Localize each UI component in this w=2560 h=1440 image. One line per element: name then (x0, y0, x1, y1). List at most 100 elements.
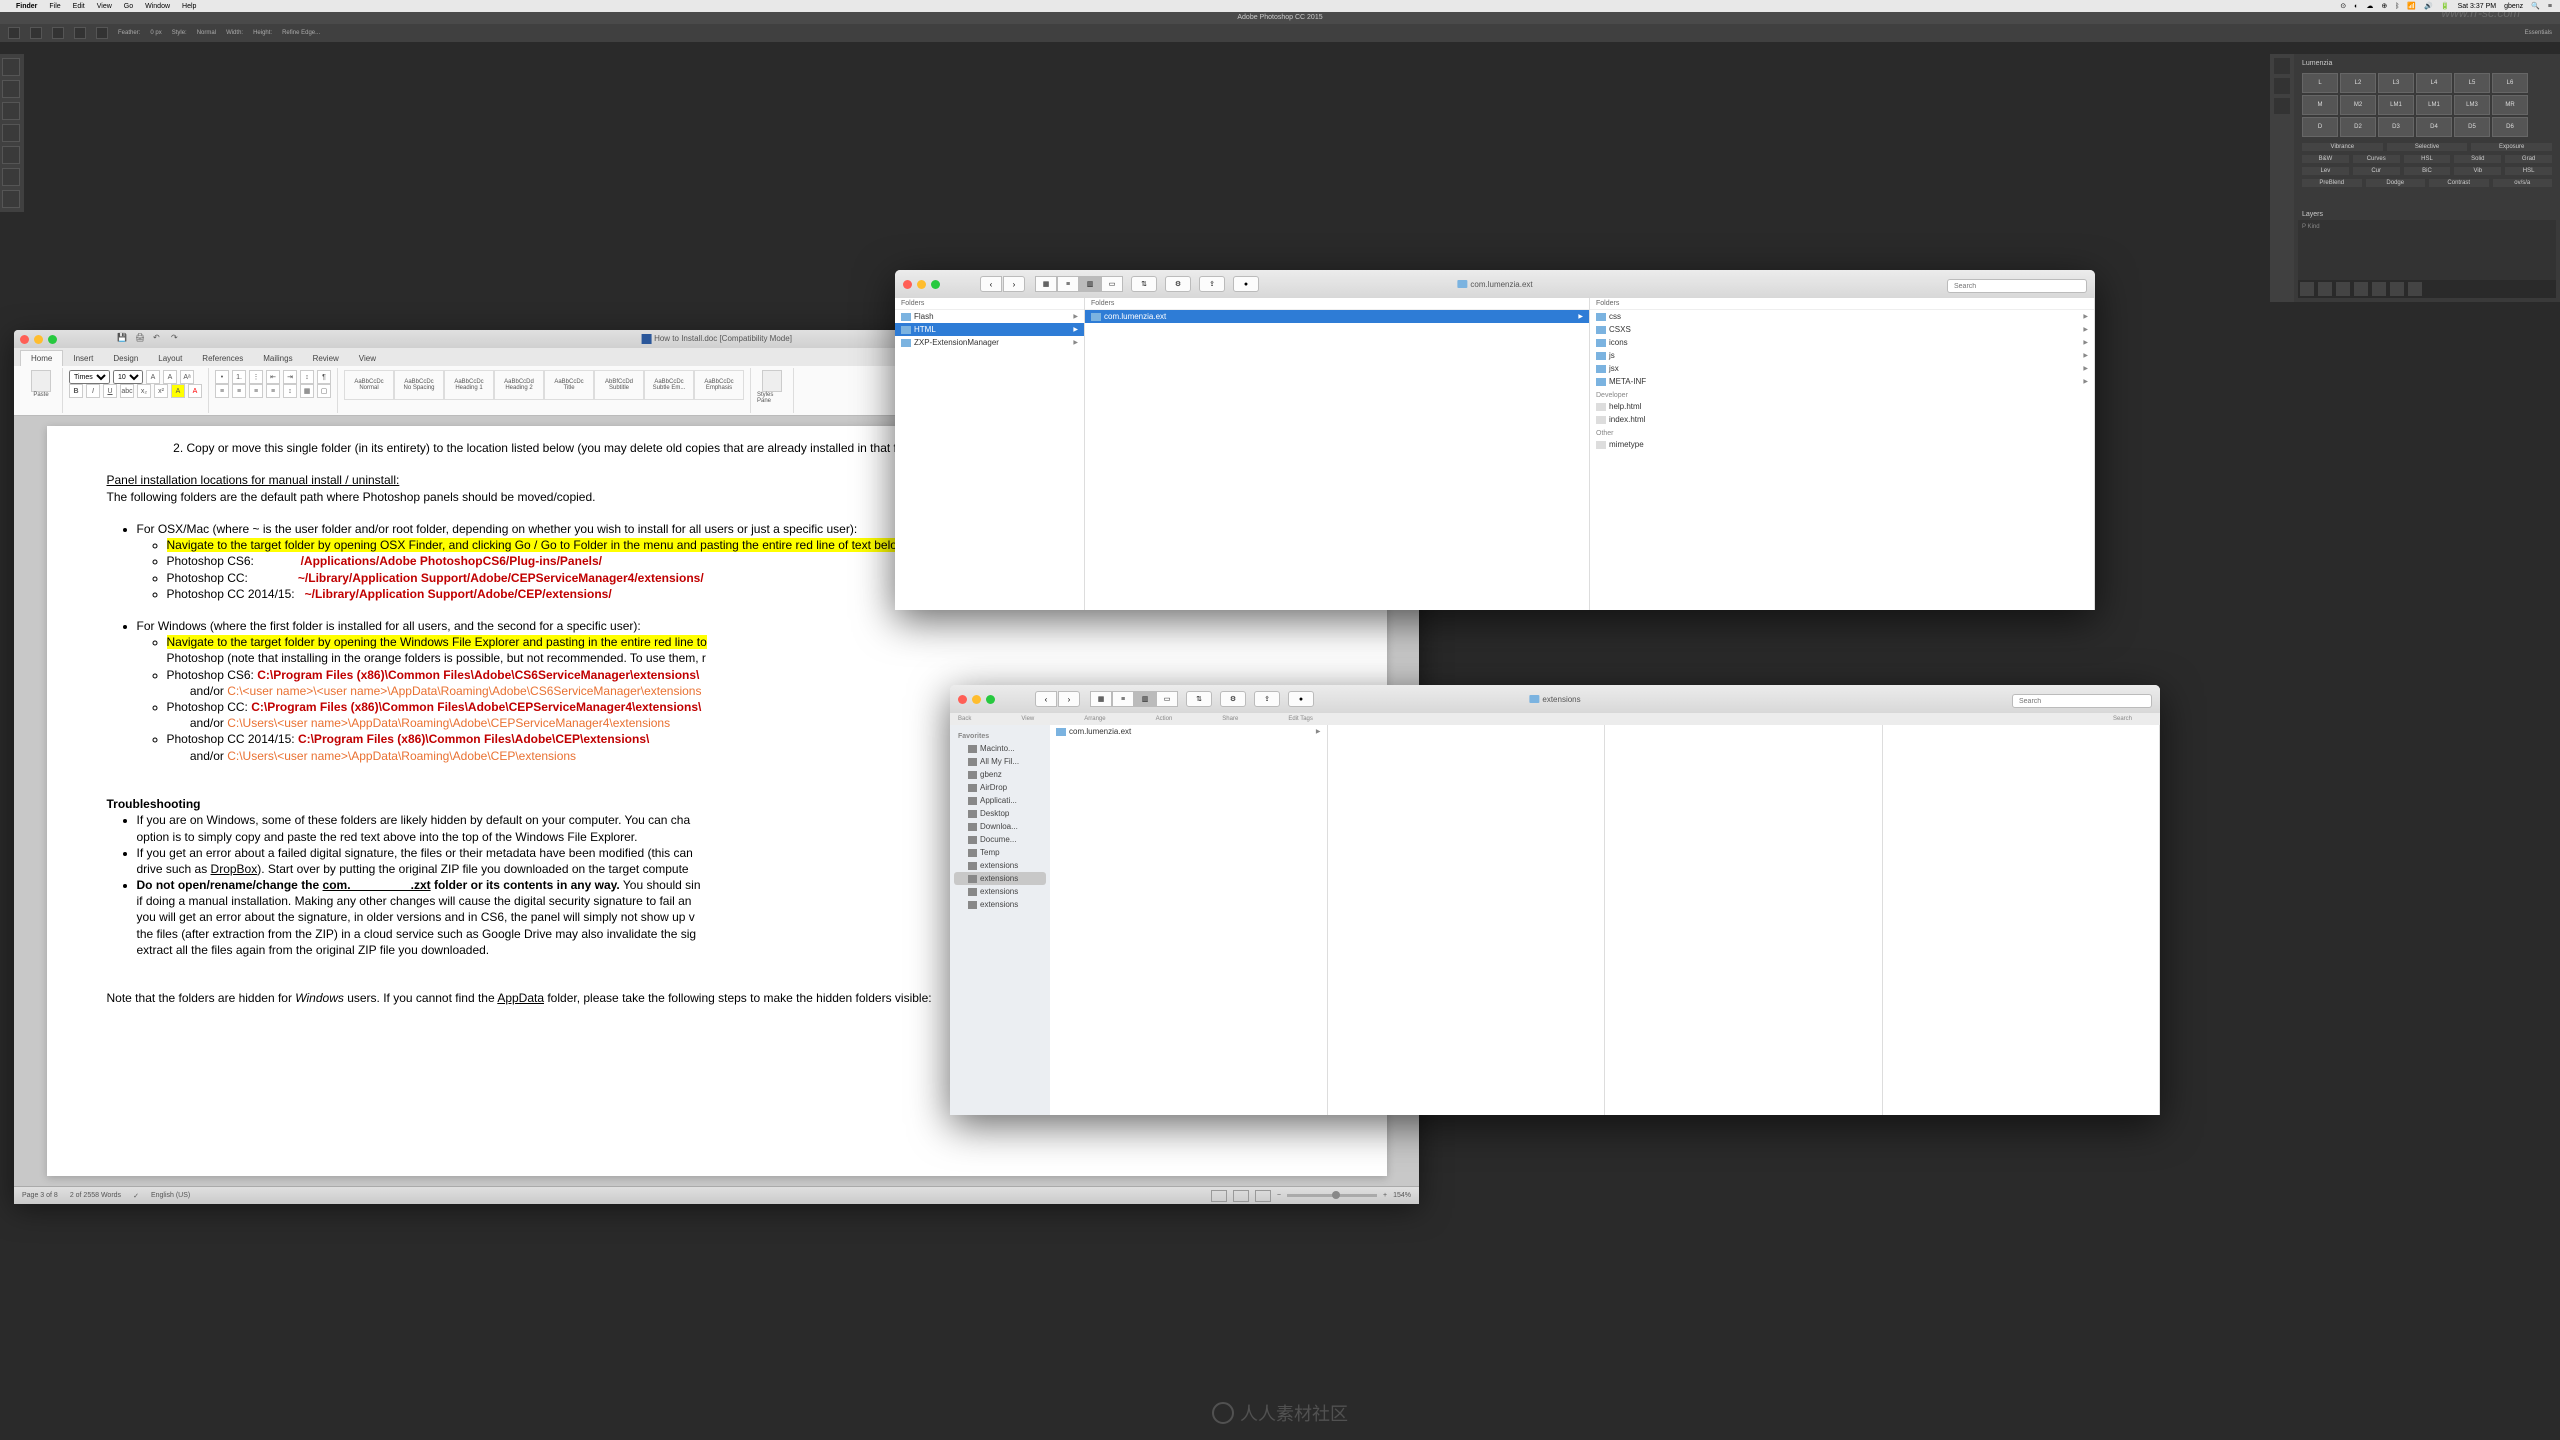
lum-cell[interactable]: LM1 (2416, 95, 2452, 115)
sidebar-item[interactable]: Temp (954, 846, 1046, 859)
lum-btn[interactable]: Cur (2353, 167, 2400, 175)
file-item[interactable]: index.html (1590, 413, 2094, 426)
minimize-button[interactable] (34, 335, 43, 344)
paste-button[interactable]: Paste (26, 370, 56, 406)
status-icon[interactable]: ◐ (2354, 3, 2358, 10)
style-emphasis[interactable]: AaBbCcDcEmphasis (694, 370, 744, 400)
bullets-button[interactable]: • (215, 370, 229, 384)
highlight-button[interactable]: A (171, 384, 185, 398)
menu-edit[interactable]: Edit (73, 3, 85, 10)
sidebar-item[interactable]: AirDrop (954, 781, 1046, 794)
tool-preset[interactable] (8, 27, 20, 39)
align-left-button[interactable]: ≡ (215, 384, 229, 398)
shading-button[interactable]: ▦ (300, 384, 314, 398)
status-icon[interactable]: ☁ (2366, 2, 2373, 10)
lum-cell[interactable]: D (2302, 117, 2338, 137)
folder-item[interactable]: Flash▶ (895, 310, 1084, 323)
battery-icon[interactable]: 🔋 (2441, 2, 2450, 10)
tab-references[interactable]: References (192, 351, 253, 366)
finder1-toolbar[interactable]: ‹› ▦ ≡ ▥ ▭ ⇅ ⚙ ⇪ ● com.lumenzia.ext (895, 270, 2095, 298)
word-count[interactable]: 2 of 2558 Words (70, 1192, 121, 1199)
align-right-button[interactable]: ≡ (249, 384, 263, 398)
zoom-out-button[interactable]: − (1277, 1192, 1281, 1199)
lum-btn[interactable]: Solid (2454, 155, 2501, 163)
selection-new[interactable] (30, 27, 42, 39)
indent-inc-button[interactable]: ⇥ (283, 370, 297, 384)
language[interactable]: English (US) (151, 1192, 190, 1199)
minimize-button[interactable] (972, 695, 981, 704)
user-name[interactable]: gbenz (2504, 3, 2523, 10)
layer-group-icon[interactable] (2372, 282, 2386, 296)
clear-format-button[interactable]: Aᵃ (180, 370, 194, 384)
view-columns-button[interactable]: ▥ (1134, 691, 1156, 707)
zoom-slider[interactable] (1287, 1194, 1377, 1197)
tags-button[interactable]: ● (1233, 276, 1259, 292)
lum-cell[interactable]: L6 (2492, 73, 2528, 93)
spell-icon[interactable]: ✓ (133, 1192, 139, 1200)
tab-mailings[interactable]: Mailings (253, 351, 302, 366)
folder-item[interactable]: ZXP-ExtensionManager▶ (895, 336, 1084, 349)
menu-view[interactable]: View (97, 3, 112, 10)
subscript-button[interactable]: x₂ (137, 384, 151, 398)
lum-btn[interactable]: Lev (2302, 167, 2349, 175)
strike-button[interactable]: abc (120, 384, 134, 398)
superscript-button[interactable]: x² (154, 384, 168, 398)
minimize-button[interactable] (917, 280, 926, 289)
style-normal[interactable]: AaBbCcDcNormal (344, 370, 394, 400)
lum-cell[interactable]: L5 (2454, 73, 2490, 93)
status-icon[interactable]: ⊕ (2381, 2, 2387, 10)
lum-cell[interactable]: D2 (2340, 117, 2376, 137)
menu-help[interactable]: Help (182, 3, 196, 10)
view-outline[interactable] (1255, 1190, 1271, 1202)
style-heading1[interactable]: AaBbCcDcHeading 1 (444, 370, 494, 400)
lum-cell[interactable]: MR (2492, 95, 2528, 115)
lum-cell[interactable]: L4 (2416, 73, 2452, 93)
underline-button[interactable]: U (103, 384, 117, 398)
folder-item[interactable]: js▶ (1590, 349, 2094, 362)
borders-button[interactable]: ▢ (317, 384, 331, 398)
bluetooth-icon[interactable]: ᛒ (2395, 3, 2399, 10)
lum-btn[interactable]: Curves (2353, 155, 2400, 163)
folder-item[interactable]: jsx▶ (1590, 362, 2094, 375)
sidebar-item[interactable]: Applicati... (954, 794, 1046, 807)
back-button[interactable]: ‹ (1035, 691, 1057, 707)
sidebar-item[interactable]: Macinto... (954, 742, 1046, 755)
folder-item[interactable]: com.lumenzia.ext▶ (1050, 725, 1327, 738)
font-color-button[interactable]: A (188, 384, 202, 398)
selection-sub[interactable] (74, 27, 86, 39)
action-button[interactable]: ⚙ (1165, 276, 1191, 292)
zoom-in-button[interactable]: + (1383, 1192, 1387, 1199)
view-columns-button[interactable]: ▥ (1079, 276, 1101, 292)
feather-value[interactable]: 0 px (150, 30, 161, 36)
view-web-layout[interactable] (1233, 1190, 1249, 1202)
lum-btn[interactable]: PreBlend (2302, 179, 2362, 187)
indent-dec-button[interactable]: ⇤ (266, 370, 280, 384)
menu-window[interactable]: Window (145, 3, 170, 10)
close-button[interactable] (958, 695, 967, 704)
sidebar-item[interactable]: extensions (954, 872, 1046, 885)
justify-button[interactable]: ≡ (266, 384, 280, 398)
volume-icon[interactable]: 🔊 (2424, 2, 2433, 10)
tab-review[interactable]: Review (303, 351, 349, 366)
qat-print-icon[interactable]: 🖨 (135, 333, 147, 345)
grow-font-button[interactable]: A (146, 370, 160, 384)
multilevel-button[interactable]: ⋮ (249, 370, 263, 384)
folder-item[interactable]: com.lumenzia.ext▶ (1085, 310, 1589, 323)
lum-btn[interactable]: Contrast (2429, 179, 2489, 187)
numbering-button[interactable]: 1. (232, 370, 246, 384)
qat-redo-icon[interactable]: ↷ (171, 333, 183, 345)
action-button[interactable]: ⚙ (1220, 691, 1246, 707)
clock[interactable]: Sat 3:37 PM (2458, 3, 2497, 10)
menu-file[interactable]: File (49, 3, 60, 10)
zoom-percent[interactable]: 154% (1393, 1192, 1411, 1199)
bold-button[interactable]: B (69, 384, 83, 398)
tab-home[interactable]: Home (20, 350, 63, 366)
layer-trash-icon[interactable] (2408, 282, 2422, 296)
share-button[interactable]: ⇪ (1199, 276, 1225, 292)
lum-btn[interactable]: HSL (2404, 155, 2451, 163)
view-icons-button[interactable]: ▦ (1090, 691, 1112, 707)
view-gallery-button[interactable]: ▭ (1156, 691, 1178, 707)
zoom-button[interactable] (931, 280, 940, 289)
sidebar-item[interactable]: Downloa... (954, 820, 1046, 833)
refine-edge-button[interactable]: Refine Edge... (282, 30, 320, 36)
